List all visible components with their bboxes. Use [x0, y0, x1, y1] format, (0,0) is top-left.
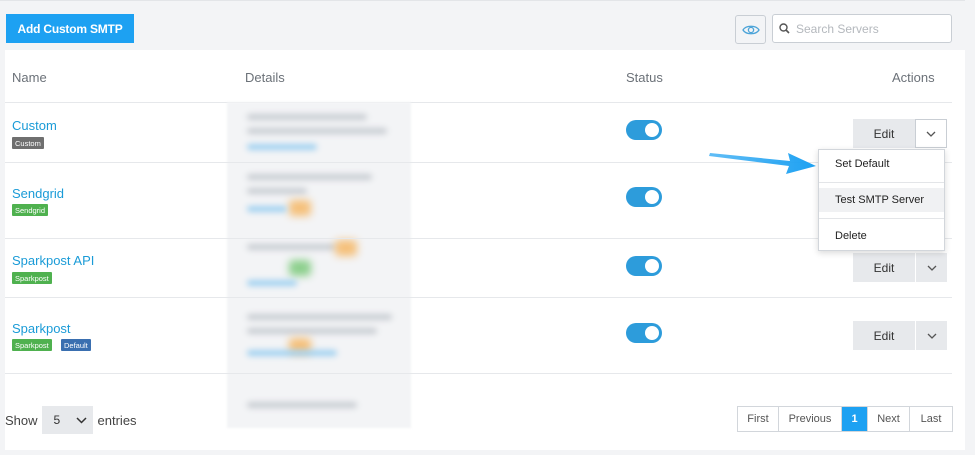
show-label: Show [5, 412, 38, 428]
row-actions: Edit [853, 119, 947, 148]
default-badge: Default [61, 339, 91, 351]
row-actions: Edit [853, 253, 947, 282]
page-previous[interactable]: Previous [779, 407, 842, 431]
actions-dropdown-toggle[interactable] [915, 119, 947, 148]
status-toggle[interactable] [626, 323, 662, 343]
add-custom-smtp-button[interactable]: Add Custom SMTP [6, 14, 134, 43]
page-first[interactable]: First [738, 407, 779, 431]
actions-dropdown-toggle[interactable] [915, 321, 947, 350]
pagination: First Previous 1 Next Last [737, 406, 953, 432]
row-actions: Edit [853, 321, 947, 350]
server-type-badge: Sparkpost [12, 272, 52, 284]
status-toggle[interactable] [626, 187, 662, 207]
page-next[interactable]: Next [868, 407, 910, 431]
entries-value: 5 [53, 413, 61, 427]
search-input[interactable] [796, 21, 946, 36]
row-divider [5, 373, 952, 374]
edit-button[interactable]: Edit [853, 321, 915, 350]
menu-item-test-smtp-server[interactable]: Test SMTP Server [819, 188, 944, 212]
menu-divider [819, 218, 944, 219]
entries-control: Show 5 entries [5, 406, 137, 434]
header-name: Name [12, 70, 47, 85]
header-status: Status [626, 70, 663, 85]
server-name-link[interactable]: Custom [12, 118, 57, 133]
entries-select[interactable]: 5 [41, 406, 93, 434]
annotation-arrow-icon [709, 153, 816, 174]
details-column-redacted [227, 102, 411, 428]
server-name-link[interactable]: Sparkpost API [12, 253, 94, 268]
page-last[interactable]: Last [910, 407, 952, 431]
actions-dropdown-menu: Set Default Test SMTP Server Delete [818, 149, 945, 251]
server-type-badge: Sparkpost [12, 339, 52, 351]
server-type-badge: Custom [12, 137, 44, 149]
toggle-visibility-button[interactable] [735, 15, 766, 44]
row-divider [5, 238, 952, 239]
eye-icon [741, 25, 760, 34]
chevron-down-icon [926, 131, 936, 137]
search-box[interactable] [772, 14, 952, 43]
entries-label: entries [97, 412, 137, 428]
menu-divider [819, 182, 944, 183]
edit-button[interactable]: Edit [853, 119, 915, 148]
search-icon [779, 23, 790, 34]
server-type-badge: Sendgrid [12, 204, 49, 216]
server-name-link[interactable]: Sparkpost [12, 321, 71, 336]
menu-item-set-default[interactable]: Set Default [819, 152, 944, 176]
row-divider [5, 297, 952, 298]
actions-dropdown-toggle[interactable] [915, 253, 947, 282]
header-actions: Actions [892, 70, 935, 85]
header-divider [5, 102, 952, 103]
server-name-link[interactable]: Sendgrid [12, 186, 64, 201]
page-1[interactable]: 1 [842, 407, 868, 431]
header-details: Details [245, 70, 285, 85]
status-toggle[interactable] [626, 120, 662, 140]
chevron-down-icon [927, 333, 936, 339]
chevron-down-icon [76, 416, 87, 424]
status-toggle[interactable] [626, 256, 662, 276]
edit-button[interactable]: Edit [853, 253, 915, 282]
toolbar: Add Custom SMTP [0, 0, 965, 50]
menu-item-delete[interactable]: Delete [819, 224, 944, 248]
chevron-down-icon [927, 265, 936, 271]
